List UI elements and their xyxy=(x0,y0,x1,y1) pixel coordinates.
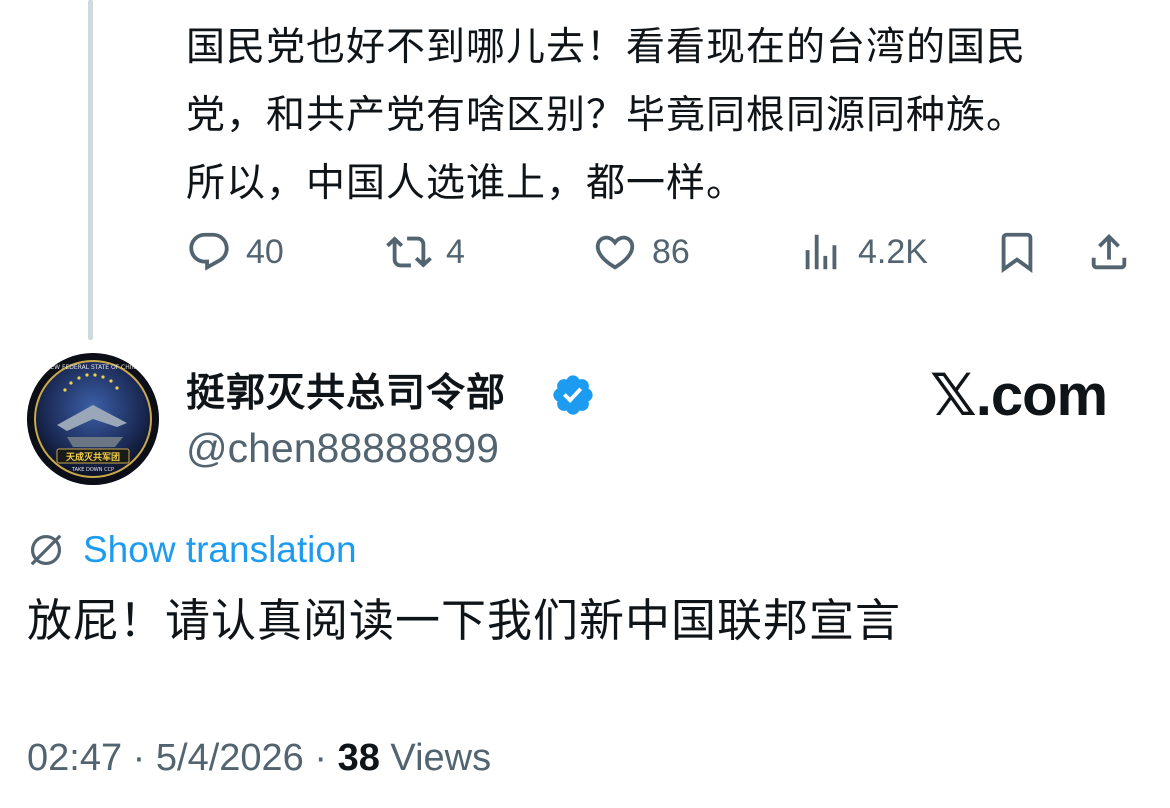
repost-icon xyxy=(386,229,432,275)
reply-button[interactable]: 40 xyxy=(186,222,284,282)
meta-separator: · xyxy=(314,737,328,779)
verified-badge-icon xyxy=(550,372,596,418)
repost-button[interactable]: 4 xyxy=(386,222,465,282)
tweet-views-count: 38 xyxy=(337,737,380,779)
tweet-meta: 02:47 · 5/4/2026 · 38 Views xyxy=(27,730,491,786)
user-handle[interactable]: @chen88888899 xyxy=(186,420,499,476)
thread-connector-line xyxy=(88,0,93,340)
reply-icon xyxy=(186,229,232,275)
svg-text:NEW FEDERAL STATE OF CHINA: NEW FEDERAL STATE OF CHINA xyxy=(46,364,141,371)
views-count: 4.2K xyxy=(858,232,928,271)
parent-tweet-line: 国民党也好不到哪儿去！看看现在的台湾的国民 xyxy=(186,25,1027,70)
show-translation-link[interactable]: Show translation xyxy=(83,529,357,571)
heart-icon xyxy=(592,229,638,275)
parent-tweet-line: 所以，中国人选谁上，都一样。 xyxy=(186,161,747,206)
parent-tweet-line: 党，和共产党有啥区别？毕竟同根同源同种族。 xyxy=(186,93,1027,138)
tweet-page: 国民党也好不到哪儿去！看看现在的台湾的国民 党，和共产党有啥区别？毕竟同根同源同… xyxy=(0,0,1170,808)
avatar[interactable]: 天成灭共军团 TAKE DOWN CCP NEW FEDERAL STATE O… xyxy=(27,353,159,485)
reply-count: 40 xyxy=(246,232,284,271)
parent-tweet-text: 国民党也好不到哪儿去！看看现在的台湾的国民 党，和共产党有啥区别？毕竟同根同源同… xyxy=(186,14,1146,218)
analytics-icon xyxy=(798,229,844,275)
bookmark-icon xyxy=(994,229,1040,275)
share-button[interactable] xyxy=(1086,222,1132,282)
repost-count: 4 xyxy=(446,232,465,271)
meta-separator: · xyxy=(132,737,146,779)
translation-row: Show translation xyxy=(27,527,357,573)
parent-tweet-actions: 40 4 86 4.2K xyxy=(186,222,1136,282)
svg-text:TAKE DOWN CCP: TAKE DOWN CCP xyxy=(71,467,114,473)
like-count: 86 xyxy=(652,232,690,271)
globe-icon xyxy=(27,531,65,569)
tweet-date[interactable]: 5/4/2026 xyxy=(156,737,304,779)
like-button[interactable]: 86 xyxy=(592,222,690,282)
bookmark-button[interactable] xyxy=(994,222,1040,282)
x-com-watermark: 𝕏.com xyxy=(930,363,1108,428)
tweet-text: 放屁！请认真阅读一下我们新中国联邦宣言 xyxy=(27,594,902,647)
share-icon xyxy=(1086,229,1132,275)
display-name[interactable]: 挺郭灭共总司令部 xyxy=(186,364,506,424)
tweet-views-label: Views xyxy=(390,737,492,779)
avatar-logo-image: 天成灭共军团 TAKE DOWN CCP NEW FEDERAL STATE O… xyxy=(27,353,159,485)
svg-text:天成灭共军团: 天成灭共军团 xyxy=(66,451,120,463)
tweet-time[interactable]: 02:47 xyxy=(27,737,122,779)
views-button[interactable]: 4.2K xyxy=(798,222,928,282)
